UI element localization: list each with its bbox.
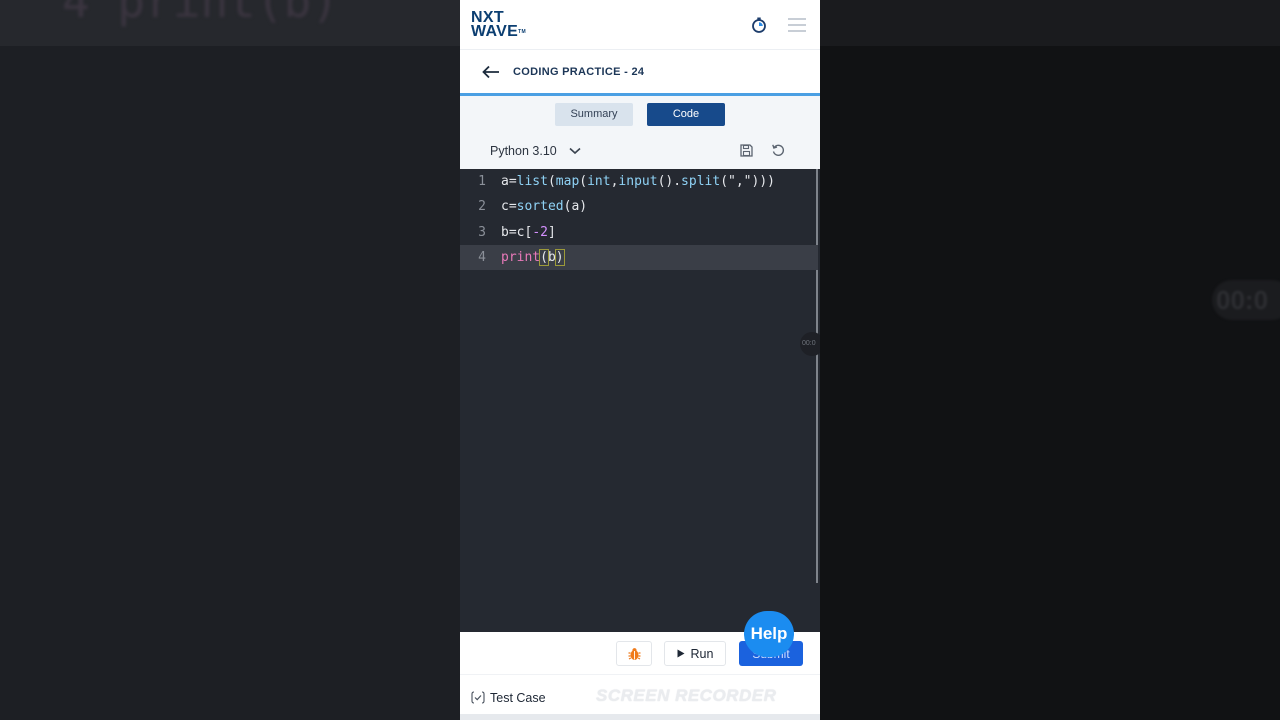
code-editor[interactable]: 1 a=list(map(int,input().split(","))) 2 c=… [460, 169, 820, 632]
test-case-label: Test Case [490, 690, 546, 705]
blurred-background-right: 00:0 [820, 0, 1280, 720]
tab-code[interactable]: Code [647, 102, 725, 126]
run-button-label: Run [690, 646, 714, 661]
language-select[interactable]: Python 3.10 [490, 144, 581, 158]
nxtwave-logo[interactable]: NXT WAVETM [471, 9, 526, 40]
mobile-app: NXT WAVETM CODING PRACTICE - 24 Summary … [460, 0, 820, 720]
run-button[interactable]: Run [664, 641, 726, 666]
reset-icon[interactable] [771, 143, 786, 158]
editor-toolbar: Python 3.10 [460, 132, 820, 169]
logo-tm: TM [518, 28, 526, 35]
app-header: NXT WAVETM [460, 0, 820, 50]
page-title: CODING PRACTICE - 24 [513, 65, 645, 78]
screen-recorder-watermark: SCREEN RECORDER [596, 686, 777, 705]
floating-timer-badge[interactable]: 00:0 [800, 332, 820, 356]
ghost-timer-text: 00:0 [1212, 280, 1280, 320]
line-code: print(b) [501, 249, 565, 266]
line-code: a=list(map(int,input().split(","))) [501, 174, 775, 189]
line-number: 3 [478, 225, 486, 240]
bug-icon [628, 647, 640, 660]
stopwatch-icon[interactable] [750, 16, 768, 34]
line-number: 1 [478, 174, 486, 189]
logo-bottom-text: WAVE [471, 22, 519, 40]
test-case-check-icon [471, 691, 485, 704]
save-icon[interactable] [739, 143, 754, 158]
ghost-code-text: 4 print(b) [62, 0, 339, 28]
code-line-active[interactable]: 4 print(b) [460, 245, 818, 270]
code-line[interactable]: 1 a=list(map(int,input().split(","))) [460, 169, 818, 194]
play-icon [677, 649, 685, 658]
code-line[interactable]: 3 b=c[-2] [460, 220, 818, 245]
blurred-background-left: 4 print(b) [0, 0, 460, 720]
code-line[interactable]: 2 c=sorted(a) [460, 194, 818, 219]
line-number: 2 [478, 199, 486, 214]
debug-button[interactable] [616, 641, 652, 666]
screen: 4 print(b) 00:0 NXT WAVETM CODING PRACTI… [0, 0, 1280, 720]
tab-summary[interactable]: Summary [555, 102, 633, 126]
line-number: 4 [478, 250, 486, 265]
view-tabs: Summary Code [460, 96, 820, 132]
language-select-value: Python 3.10 [490, 143, 557, 158]
action-bar: Run Submit Help [460, 611, 820, 674]
chevron-down-icon [569, 147, 581, 154]
practice-title-bar: CODING PRACTICE - 24 [460, 50, 820, 96]
test-case-toggle[interactable]: Test Case [471, 691, 546, 705]
hamburger-menu-icon[interactable] [788, 17, 806, 32]
back-arrow-icon[interactable] [482, 65, 500, 79]
help-button[interactable]: Help [744, 611, 794, 657]
line-code: b=c[-2] [501, 225, 556, 240]
line-code: c=sorted(a) [501, 199, 588, 214]
